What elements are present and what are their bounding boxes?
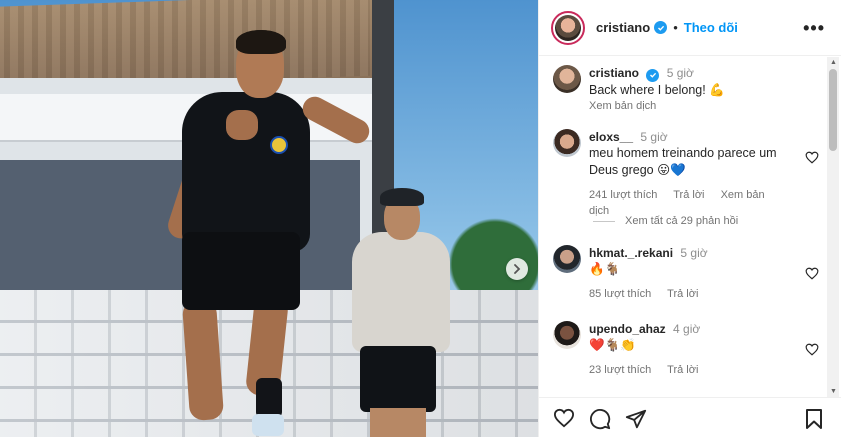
follow-button[interactable]: Theo dõi [684,20,738,35]
comment-time: 5 giờ [680,246,708,260]
coach-shorts [360,346,436,412]
comment-bubble-icon[interactable] [589,408,611,430]
scroll-up-arrow-icon[interactable]: ▲ [830,59,837,66]
caption-username[interactable]: cristiano [589,66,639,80]
separator-dot: • [673,20,678,35]
reply-button[interactable]: Trả lời [667,288,698,300]
next-photo-button[interactable] [506,258,528,280]
post-action-bar [539,397,841,437]
comment-text: meu homem treinando parece um Deus grego… [589,146,777,177]
author-username[interactable]: cristiano [596,20,650,35]
avatar[interactable] [553,65,581,93]
comment-item: upendo_ahaz 4 giờ ❤️🐐👏 23 lượt thích Trả… [553,321,823,378]
heart-icon[interactable] [553,408,575,428]
comment-item: hkmat._.rekani 5 giờ 🔥🐐 85 lượt thích Tr… [553,245,823,302]
scroll-down-arrow-icon[interactable]: ▼ [830,388,837,395]
chevron-right-icon [514,264,521,274]
player-fist [226,110,258,140]
bookmark-icon[interactable] [805,408,823,430]
heart-icon[interactable] [805,267,819,280]
club-badge [270,136,288,154]
scrollbar-thumb[interactable] [829,69,837,151]
comment-text: 🔥🐐 [589,262,621,276]
comment-item: eloxs__ 5 giờ meu homem treinando parece… [553,129,823,219]
author-avatar[interactable] [551,10,585,45]
replies-divider [593,220,615,222]
player-shoe [252,414,284,436]
caption-time: 5 giờ [666,66,694,80]
player-hair [236,30,286,54]
paper-plane-icon[interactable] [625,408,647,430]
comment-username[interactable]: hkmat._.rekani [589,246,673,260]
reply-button[interactable]: Trả lời [673,189,704,201]
comment-meta: 23 lượt thích Trả lời [589,362,794,378]
comment-time: 4 giờ [673,322,701,336]
comment-username[interactable]: eloxs__ [589,130,633,144]
more-options-button[interactable]: ••• [803,18,825,39]
post-side-panel: cristiano • Theo dõi ••• cristiano 5 giờ [538,0,842,437]
player-sock [256,378,282,418]
comment-text: ❤️🐐👏 [589,338,636,352]
coach-figure [352,232,450,352]
coach-legs [370,408,426,437]
avatar[interactable] [553,321,581,349]
heart-icon[interactable] [805,151,819,164]
heart-icon[interactable] [805,343,819,356]
comment-likes-count[interactable]: 23 lượt thích [589,364,651,376]
avatar[interactable] [553,129,581,157]
comment-time: 5 giờ [640,130,668,144]
photo-trees [440,210,538,300]
comments-list: cristiano 5 giờ Back where I belong! 💪 X… [539,57,827,397]
verified-badge-icon [646,68,660,82]
comment-likes-count[interactable]: 85 lượt thích [589,288,651,300]
view-replies-link[interactable]: Xem tất cả 29 phản hồi [593,215,738,227]
post-header: cristiano • Theo dõi ••• [539,0,841,56]
coach-cap [380,188,424,206]
avatar[interactable] [553,245,581,273]
caption-text: Back where I belong! 💪 [589,82,725,97]
comments-scrollbar[interactable]: ▲ ▼ [827,57,839,397]
caption-translate-link[interactable]: Xem bản dịch [589,98,794,114]
view-replies-label: Xem tất cả 29 phản hồi [625,215,739,227]
comment-likes-count[interactable]: 241 lượt thích [589,189,657,201]
post-photo[interactable] [0,0,538,437]
comment-username[interactable]: upendo_ahaz [589,322,666,336]
player-shorts [182,232,300,310]
verified-badge-icon [654,21,668,34]
caption: cristiano 5 giờ Back where I belong! 💪 X… [553,65,823,114]
reply-button[interactable]: Trả lời [667,364,698,376]
comment-meta: 85 lượt thích Trả lời [589,286,794,302]
